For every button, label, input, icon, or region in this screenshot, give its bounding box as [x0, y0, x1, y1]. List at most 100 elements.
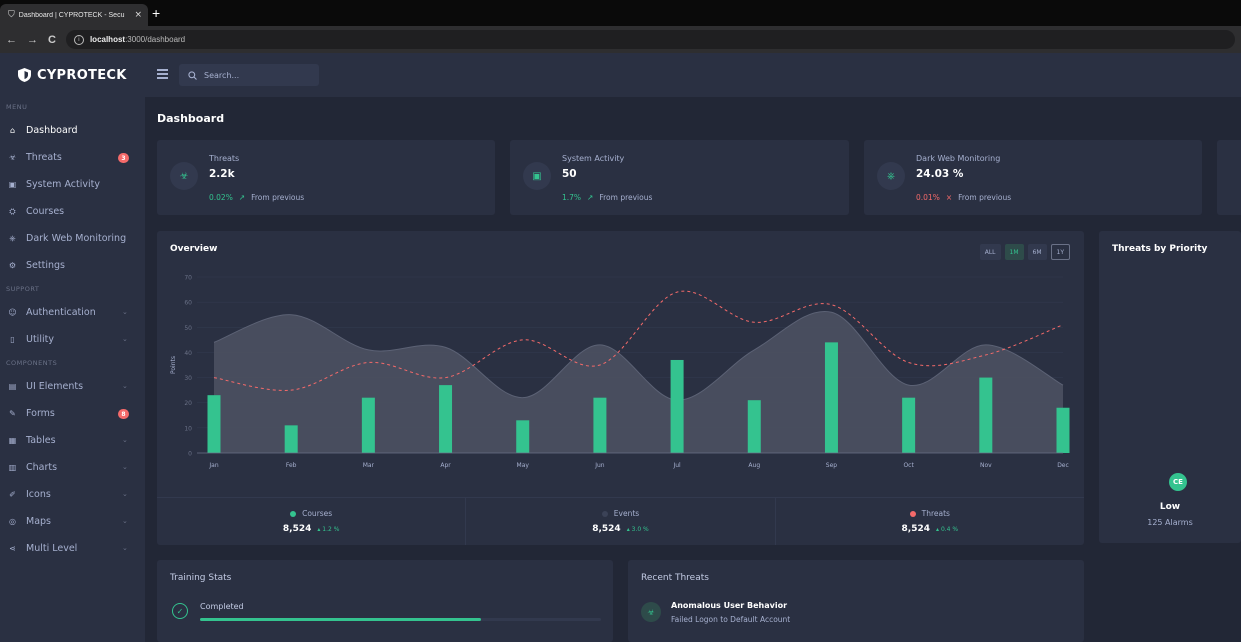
tab-title: Dashboard | CYPROTECK - Secu [18, 11, 125, 19]
x-tick-label: Feb [286, 462, 297, 469]
priority-title: Threats by Priority [1112, 244, 1208, 254]
sidebar-item-multi-level[interactable]: ⋖ Multi Level ⌄ [0, 535, 145, 562]
close-icon: × [945, 193, 953, 202]
search-input[interactable]: Search... [179, 64, 319, 86]
stat-value: 50 [562, 168, 577, 180]
info-icon[interactable]: i [73, 34, 84, 45]
legend-value: 8,524 [282, 524, 312, 534]
sidebar-item-courses[interactable]: ⛭ Courses [0, 198, 145, 225]
priority-count: 125 Alarms [1147, 518, 1193, 527]
courses-bar [747, 400, 761, 453]
menu-toggle-icon[interactable] [157, 69, 168, 79]
browser-tab-strip: ⛉ Dashboard | CYPROTECK - Secu × + [0, 0, 1241, 26]
sidebar-item-label: Threats [26, 152, 62, 163]
back-icon[interactable]: ← [6, 34, 17, 46]
x-tick-label: Apr [440, 462, 451, 469]
courses-bar [670, 359, 684, 453]
table-icon: ▦ [8, 436, 17, 445]
chip-icon: ▣ [523, 162, 551, 190]
sidebar-item-dark-web-monitoring[interactable]: ⎈ Dark Web Monitoring [0, 225, 145, 252]
chevron-down-icon: ⌄ [122, 436, 128, 444]
stat-value: 24.03 % [916, 168, 964, 180]
reload-icon[interactable]: C [48, 34, 56, 46]
x-tick-label: Sep [826, 462, 838, 469]
legend-change: ▴ 1.2 % [317, 525, 340, 533]
courses-bar [516, 420, 530, 453]
sidebar-item-charts[interactable]: ▥ Charts ⌄ [0, 454, 145, 481]
y-tick-label: 70 [184, 275, 192, 282]
sidebar-item-label: Icons [26, 489, 51, 500]
change-note: From previous [251, 193, 305, 202]
chip-icon: ▣ [8, 180, 17, 189]
y-tick-label: 20 [184, 400, 192, 407]
menu-section-title: SUPPORT [6, 285, 40, 293]
forward-icon[interactable]: → [27, 34, 38, 46]
search-icon [188, 70, 197, 80]
x-tick-label: Jan [208, 462, 218, 469]
change-percent: 0.01% [916, 193, 940, 202]
threat-item-title[interactable]: Anomalous User Behavior [671, 601, 787, 610]
network-icon: ⎈ [877, 162, 905, 190]
legend-events: Events 8,524 ▴ 3.0 % [466, 498, 776, 545]
change-percent: 0.02% [209, 193, 233, 202]
main-content: Dashboard ☣ Threats 2.2k 0.02% ↗ From pr… [145, 97, 1241, 642]
legend-change: ▴ 0.4 % [936, 525, 959, 533]
legend-change: ▴ 3.0 % [626, 525, 649, 533]
sidebar-item-label: UI Elements [26, 381, 84, 392]
count-badge: 8 [118, 409, 129, 419]
new-tab-button[interactable]: + [152, 5, 160, 21]
stat-card-threats: ☣ Threats 2.2k 0.02% ↗ From previous [157, 140, 495, 215]
training-card: Training Stats ✓ Completed [157, 560, 613, 642]
stat-value: 2.2k [209, 168, 235, 180]
sidebar-item-ui-elements[interactable]: ▤ UI Elements ⌄ [0, 373, 145, 400]
page-title: Dashboard [157, 112, 225, 125]
sidebar-item-utility[interactable]: ▯ Utility ⌄ [0, 326, 145, 353]
y-axis-label: Points [170, 356, 177, 374]
courses-bar [361, 397, 375, 453]
search-placeholder: Search... [204, 70, 240, 80]
training-label: Completed [200, 602, 244, 611]
threat-item-subtitle: Failed Logon to Default Account [671, 615, 791, 624]
legend-courses: Courses 8,524 ▴ 1.2 % [157, 498, 467, 545]
file-icon: ▯ [10, 335, 15, 344]
change-note: From previous [958, 193, 1012, 202]
courses-bar [284, 425, 298, 453]
x-tick-label: Mar [363, 462, 375, 469]
sidebar-item-label: Authentication [26, 307, 96, 318]
sidebar-item-label: Dark Web Monitoring [26, 233, 127, 244]
gear-icon: ⚙ [8, 261, 17, 270]
sidebar-item-threats[interactable]: ☣ Threats 3 [0, 144, 145, 171]
brand-logo[interactable]: CYPROTECK [0, 53, 145, 97]
home-icon: ⌂ [9, 126, 16, 135]
stat-change: 0.02% ↗ From previous [209, 193, 304, 202]
menu-section-title: MENU [6, 103, 28, 111]
sidebar-item-icons[interactable]: ✐ Icons ⌄ [0, 481, 145, 508]
graduation-icon: ⛭ [9, 207, 16, 216]
sidebar-item-tables[interactable]: ▦ Tables ⌄ [0, 427, 145, 454]
sidebar-item-authentication[interactable]: ☺ Authentication ⌄ [0, 299, 145, 326]
address-bar: ← → C i localhost:3000/dashboard [0, 26, 1241, 53]
sidebar-item-maps[interactable]: ◎ Maps ⌄ [0, 508, 145, 535]
priority-card: Threats by Priority CE Low 125 Alarms [1099, 231, 1241, 543]
legend-value: 8,524 [592, 524, 621, 534]
brush-icon: ✐ [9, 490, 16, 499]
close-tab-icon[interactable]: × [134, 10, 142, 20]
y-tick-label: 50 [184, 325, 192, 332]
sidebar-item-settings[interactable]: ⚙ Settings [0, 252, 145, 279]
sidebar-item-system-activity[interactable]: ▣ System Activity [0, 171, 145, 198]
stat-card-system-activity: ▣ System Activity 50 1.7% ↗ From previou… [510, 140, 849, 215]
sidebar-item-dashboard[interactable]: ⌂ Dashboard [0, 117, 145, 144]
courses-bar [207, 395, 221, 453]
chevron-down-icon: ⌄ [122, 463, 128, 471]
count-badge: 3 [118, 153, 129, 163]
stat-card-partial [1217, 140, 1241, 215]
browser-tab[interactable]: ⛉ Dashboard | CYPROTECK - Secu × [0, 4, 148, 26]
url-field[interactable]: i localhost:3000/dashboard [65, 30, 1235, 49]
legend-dot [290, 510, 297, 517]
sidebar-item-label: Charts [26, 462, 58, 473]
sidebar-item-label: Utility [26, 334, 54, 345]
sidebar-item-forms[interactable]: ✎ Forms 8 [0, 400, 145, 427]
training-progress-track [200, 618, 601, 621]
courses-bar [824, 342, 838, 453]
briefcase-icon: ▤ [8, 382, 17, 391]
